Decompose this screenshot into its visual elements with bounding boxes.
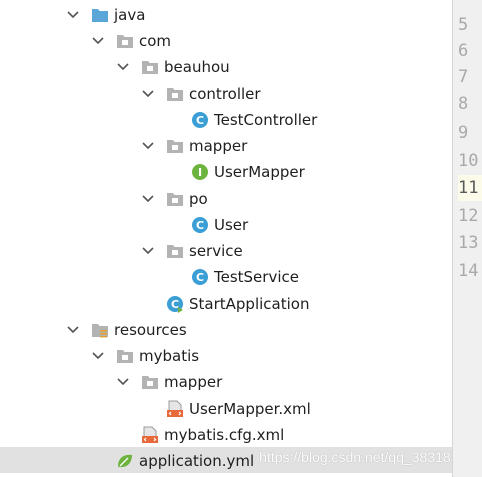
chevron-down-icon[interactable]	[91, 34, 105, 48]
tree-node-label: java	[114, 6, 146, 24]
svg-text:C: C	[196, 271, 204, 284]
package-folder-icon	[166, 137, 184, 155]
tree-node-label: mapper	[164, 373, 223, 391]
tree-node-usermapper[interactable]: I UserMapper	[0, 159, 452, 185]
tree-node-controller[interactable]: controller	[0, 81, 452, 107]
tree-node-mapper[interactable]: mapper	[0, 133, 452, 159]
line-number: 13	[458, 233, 479, 253]
chevron-down-icon[interactable]	[116, 375, 130, 389]
tree-node-testcontroller[interactable]: C TestController	[0, 107, 452, 133]
package-folder-icon	[141, 58, 159, 76]
interface-icon: I	[191, 163, 209, 181]
line-number: 10	[458, 151, 479, 171]
chevron-down-icon[interactable]	[141, 244, 155, 258]
chevron-down-icon[interactable]	[141, 192, 155, 206]
line-number: 6	[458, 41, 469, 61]
xml-file-icon	[141, 426, 159, 444]
tree-node-label: application.yml	[139, 452, 255, 470]
chevron-down-icon[interactable]	[66, 8, 80, 22]
line-number: 8	[458, 94, 469, 114]
tree-node-beauhou[interactable]: beauhou	[0, 54, 452, 80]
line-number: 9	[458, 123, 469, 143]
tree-node-mybatis-mapper[interactable]: mapper	[0, 369, 452, 395]
line-number: 14	[458, 261, 479, 281]
svg-text:I: I	[198, 166, 202, 179]
svg-text:C: C	[171, 298, 179, 311]
line-number: 7	[458, 67, 469, 87]
tree-node-label: UserMapper	[214, 163, 305, 181]
tree-node-label: beauhou	[164, 58, 230, 76]
tree-node-label: com	[139, 32, 172, 50]
tree-node-user[interactable]: C User	[0, 212, 452, 238]
tree-node-label: mapper	[189, 137, 248, 155]
package-folder-icon	[166, 85, 184, 103]
chevron-down-icon[interactable]	[66, 323, 80, 337]
tree-node-label: TestService	[214, 268, 299, 286]
tree-node-startapplication[interactable]: C StartApplication	[0, 291, 452, 317]
svg-text:C: C	[196, 219, 204, 232]
tree-node-resources[interactable]: resources	[0, 317, 452, 343]
chevron-down-icon[interactable]	[141, 139, 155, 153]
tree-node-com[interactable]: com	[0, 28, 452, 54]
tree-node-label: controller	[189, 85, 261, 103]
spring-boot-class-icon: C	[166, 295, 184, 313]
tree-node-java[interactable]: java	[0, 2, 452, 28]
tree-node-usermapper-xml[interactable]: UserMapper.xml	[0, 396, 452, 422]
tree-node-label: mybatis.cfg.xml	[164, 426, 285, 444]
tree-node-label: po	[189, 190, 208, 208]
xml-file-icon	[166, 400, 184, 418]
folder-icon	[116, 347, 134, 365]
line-number: 5	[458, 15, 469, 35]
tree-node-label: service	[189, 242, 243, 260]
tree-node-mybatis[interactable]: mybatis	[0, 343, 452, 369]
class-icon: C	[191, 268, 209, 286]
line-number-current: 11	[458, 175, 482, 201]
resources-folder-icon	[91, 321, 109, 339]
yml-file-icon	[116, 452, 134, 470]
class-icon: C	[191, 216, 209, 234]
tree-node-label: TestController	[214, 111, 318, 129]
tree-node-mybatis-cfg-xml[interactable]: mybatis.cfg.xml	[0, 422, 452, 448]
chevron-down-icon[interactable]	[116, 60, 130, 74]
class-icon: C	[191, 111, 209, 129]
tree-node-label: StartApplication	[189, 295, 310, 313]
watermark: https://blog.csdn.net/qq_38318330	[259, 449, 474, 465]
project-tree: java com beauhou controller C TestContro…	[0, 0, 452, 477]
package-folder-icon	[166, 190, 184, 208]
source-folder-icon	[91, 6, 109, 24]
tree-node-label: mybatis	[139, 347, 200, 365]
package-folder-icon	[166, 242, 184, 260]
tree-node-label: resources	[114, 321, 187, 339]
svg-text:C: C	[196, 114, 204, 127]
tree-node-label: UserMapper.xml	[189, 400, 311, 418]
package-folder-icon	[116, 32, 134, 50]
folder-icon	[141, 373, 159, 391]
line-number: 12	[458, 206, 479, 226]
chevron-down-icon[interactable]	[91, 349, 105, 363]
tree-node-testservice[interactable]: C TestService	[0, 264, 452, 290]
chevron-down-icon[interactable]	[141, 87, 155, 101]
tree-node-service[interactable]: service	[0, 238, 452, 264]
tree-node-po[interactable]: po	[0, 186, 452, 212]
tree-node-label: User	[214, 216, 249, 234]
